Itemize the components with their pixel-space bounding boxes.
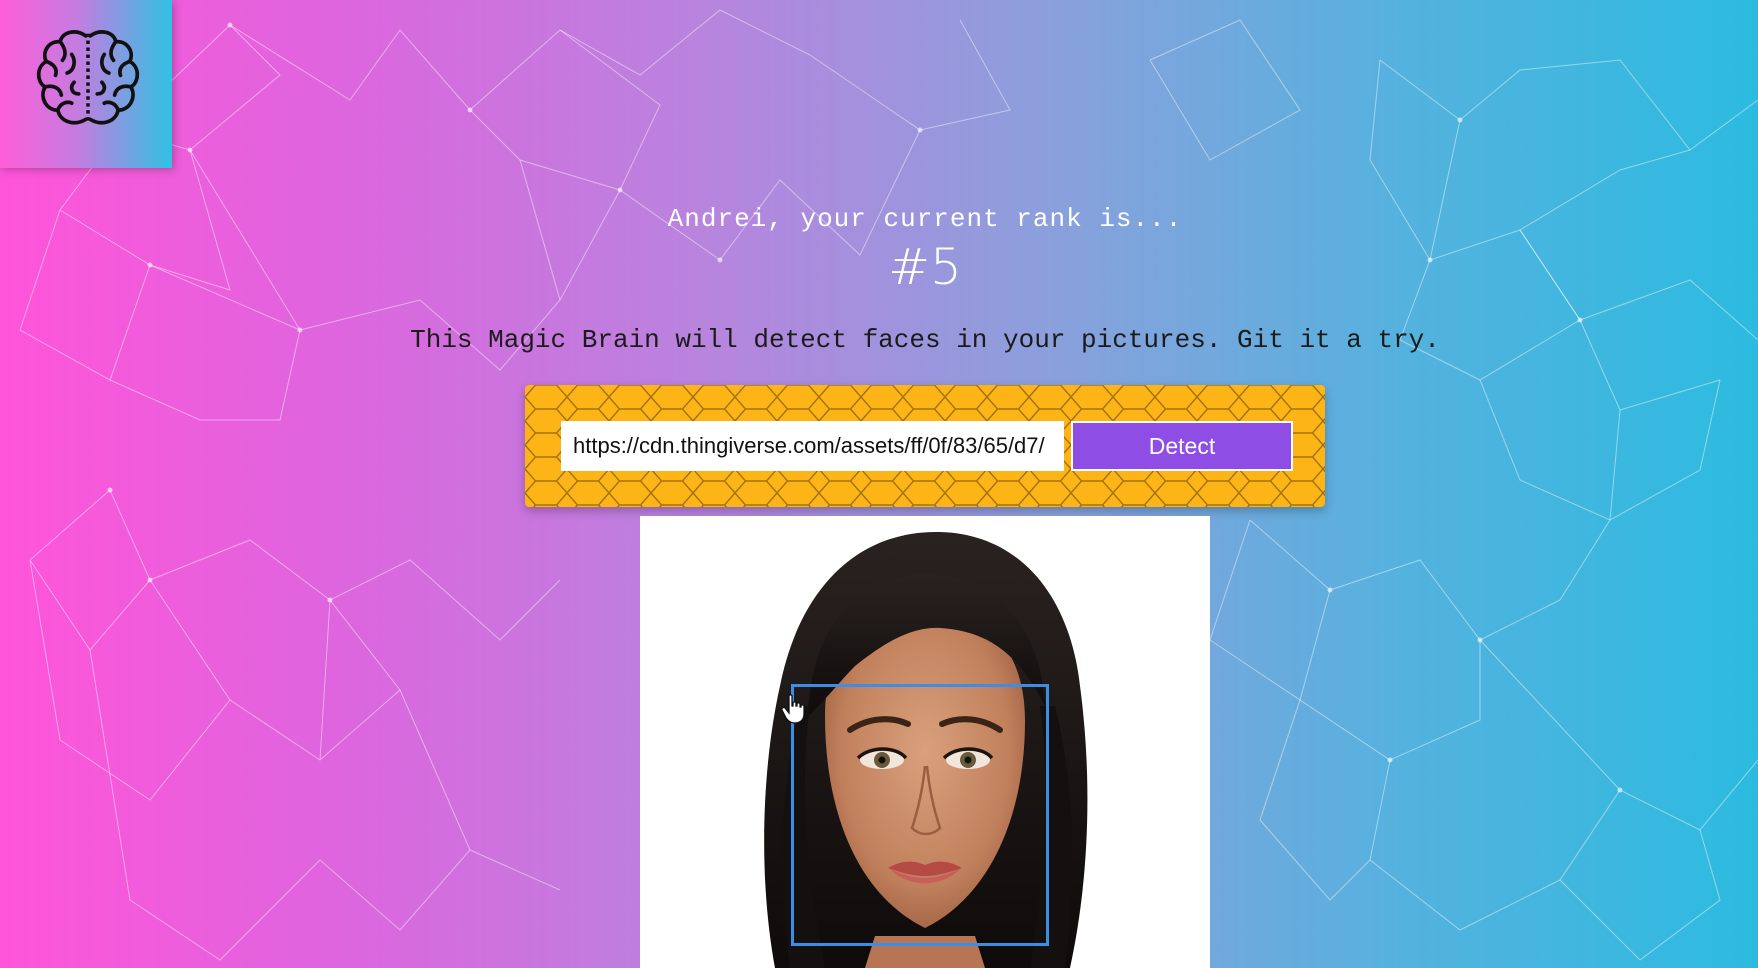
- detect-form-panel: Detect: [525, 385, 1325, 507]
- detect-button[interactable]: Detect: [1071, 421, 1293, 471]
- rank-message: Andrei, your current rank is...: [667, 204, 1183, 234]
- result-image: [640, 516, 1210, 968]
- tagline: This Magic Brain will detect faces in yo…: [410, 325, 1440, 355]
- brain-icon: [36, 30, 140, 125]
- hand-cursor-icon: [781, 694, 805, 724]
- logo[interactable]: [0, 0, 172, 168]
- image-url-input[interactable]: [561, 421, 1064, 471]
- face-bounding-box: [791, 684, 1049, 946]
- rank-number: #5: [888, 238, 962, 296]
